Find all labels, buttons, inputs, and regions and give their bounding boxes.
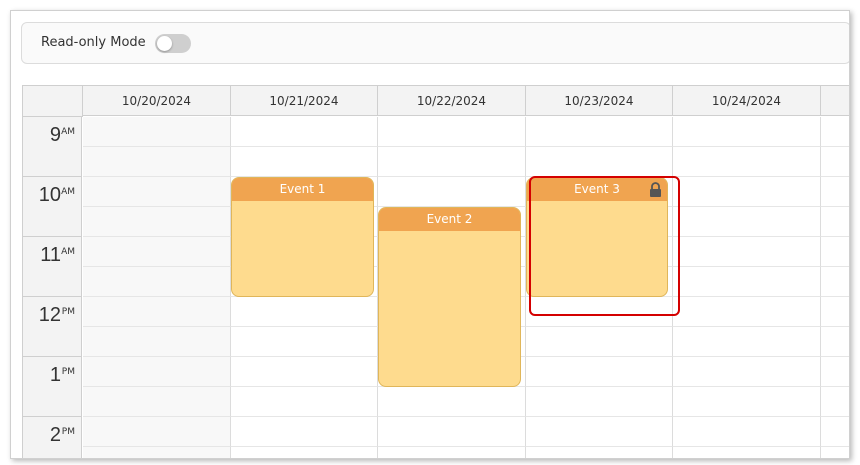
time-slot[interactable] — [673, 447, 821, 458]
time-slot[interactable] — [821, 177, 849, 207]
hour-number: 12 — [38, 304, 61, 326]
event-title: Event 1 — [232, 178, 373, 201]
time-slot[interactable] — [673, 327, 821, 357]
time-slot[interactable] — [231, 147, 378, 177]
time-slot[interactable] — [83, 147, 231, 177]
time-slot[interactable] — [526, 387, 673, 417]
hour-number: 2 — [49, 424, 61, 446]
toolbar: Read-only Mode — [21, 22, 849, 64]
time-slot[interactable] — [821, 267, 849, 297]
event-2[interactable]: Event 2 — [378, 207, 521, 387]
hour-ampm: PM — [61, 367, 75, 377]
time-slot[interactable] — [526, 417, 673, 447]
time-slot[interactable] — [673, 387, 821, 417]
time-slot[interactable] — [231, 447, 378, 458]
time-slot[interactable] — [231, 117, 378, 147]
hour-ampm: AM — [61, 247, 75, 257]
time-slot[interactable] — [378, 417, 526, 447]
time-slot[interactable] — [378, 387, 526, 417]
hour-ampm: AM — [61, 187, 75, 197]
hour-row-1pm: 1 PM — [23, 357, 82, 417]
time-slot[interactable] — [673, 147, 821, 177]
calendar-corner — [23, 86, 83, 117]
time-slot[interactable] — [673, 177, 821, 207]
time-slot[interactable] — [821, 117, 849, 147]
time-slot[interactable] — [673, 237, 821, 267]
hour-number: 1 — [49, 364, 61, 386]
hour-number: 11 — [40, 244, 61, 266]
column-header-5: 10/24/2024 — [673, 86, 821, 116]
time-slot[interactable] — [821, 207, 849, 237]
hour-row-2pm: 2 PM — [23, 417, 82, 458]
readonly-mode-toggle[interactable] — [155, 34, 191, 53]
time-slot[interactable] — [83, 267, 231, 297]
time-slot[interactable] — [821, 387, 849, 417]
time-slot[interactable] — [821, 147, 849, 177]
time-slot[interactable] — [83, 447, 231, 458]
time-slot[interactable] — [821, 447, 849, 458]
time-slot[interactable] — [378, 117, 526, 147]
calendar-frame: Read-only Mode 10/20/2024 10/21/2024 10/… — [10, 10, 850, 459]
time-slot[interactable] — [83, 417, 231, 447]
time-slot[interactable] — [673, 117, 821, 147]
event-1[interactable]: Event 1 — [231, 177, 374, 297]
time-slot[interactable] — [378, 147, 526, 177]
time-slot[interactable] — [821, 327, 849, 357]
time-slot[interactable] — [231, 387, 378, 417]
time-slot[interactable] — [83, 237, 231, 267]
hour-row-12pm: 12 PM — [23, 297, 82, 357]
time-slot[interactable] — [83, 357, 231, 387]
time-slot[interactable] — [526, 357, 673, 387]
time-slot[interactable] — [673, 357, 821, 387]
event-highlight-box — [529, 176, 680, 316]
time-slot[interactable] — [673, 267, 821, 297]
hour-ampm: PM — [61, 427, 75, 437]
column-header-1: 10/20/2024 — [83, 86, 231, 116]
time-slot[interactable] — [526, 117, 673, 147]
column-header-4: 10/23/2024 — [526, 86, 673, 116]
hour-ampm: AM — [61, 127, 75, 137]
time-slot[interactable] — [231, 297, 378, 327]
time-slot[interactable] — [821, 297, 849, 327]
time-slot[interactable] — [83, 297, 231, 327]
hour-row-9am: 9 AM — [23, 117, 82, 177]
time-slot[interactable] — [673, 417, 821, 447]
time-slot[interactable] — [526, 147, 673, 177]
time-slot[interactable] — [378, 177, 526, 207]
time-slot[interactable] — [673, 297, 821, 327]
time-slot[interactable] — [83, 177, 231, 207]
time-slot[interactable] — [821, 417, 849, 447]
time-slot[interactable] — [231, 417, 378, 447]
column-header-3: 10/22/2024 — [378, 86, 526, 116]
hour-ampm: PM — [61, 307, 75, 317]
hour-number: 9 — [49, 124, 61, 146]
time-slot[interactable] — [83, 387, 231, 417]
time-slot[interactable] — [83, 327, 231, 357]
time-slot[interactable] — [83, 207, 231, 237]
time-slot[interactable] — [821, 237, 849, 267]
time-slot[interactable] — [526, 327, 673, 357]
time-slot[interactable] — [231, 327, 378, 357]
week-calendar: 10/20/2024 10/21/2024 10/22/2024 10/23/2… — [22, 85, 849, 458]
time-slot[interactable] — [526, 447, 673, 458]
toggle-knob — [157, 36, 172, 51]
time-slot[interactable] — [821, 357, 849, 387]
column-header-2: 10/21/2024 — [231, 86, 378, 116]
event-title: Event 2 — [379, 208, 520, 231]
time-slot[interactable] — [673, 207, 821, 237]
hour-number: 10 — [38, 184, 61, 206]
time-slot[interactable] — [231, 357, 378, 387]
readonly-mode-label: Read-only Mode — [41, 35, 146, 50]
time-slot[interactable] — [378, 447, 526, 458]
time-slot[interactable] — [83, 117, 231, 147]
hour-row-11am: 11 AM — [23, 237, 82, 297]
column-header-6 — [821, 86, 849, 116]
hour-row-10am: 10 AM — [23, 177, 82, 237]
